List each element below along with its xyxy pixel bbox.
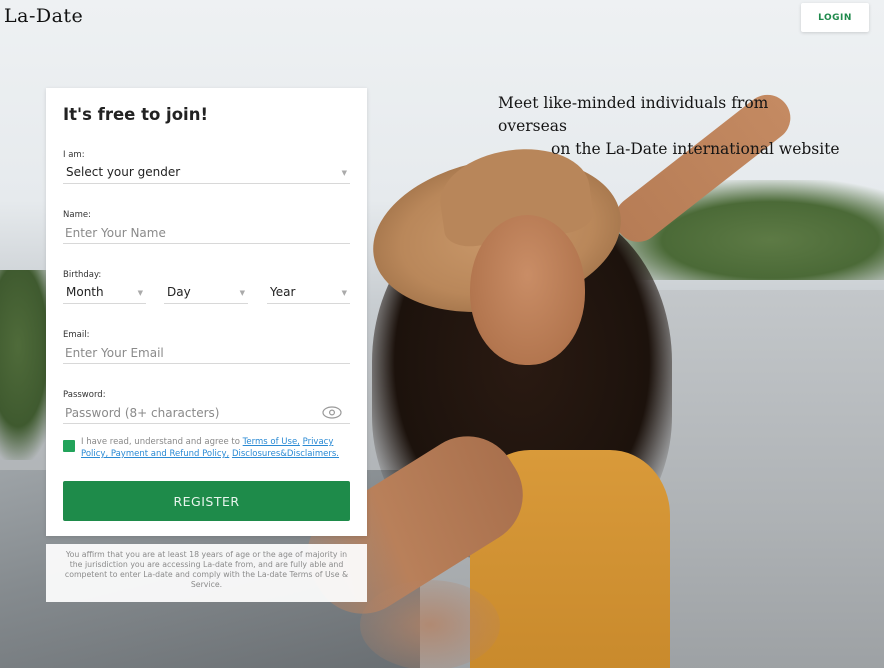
site-logo[interactable]: La-Date	[4, 5, 83, 27]
month-select-value: Month	[66, 285, 104, 299]
birthday-day-select[interactable]: Day ▼	[164, 282, 248, 304]
name-label: Name:	[63, 210, 91, 220]
agree-checkbox[interactable]	[63, 440, 75, 452]
birthday-label: Birthday:	[63, 270, 102, 280]
register-button[interactable]: REGISTER	[63, 481, 350, 521]
day-select-value: Day	[167, 285, 191, 299]
gender-select[interactable]: Select your gender ▼	[63, 162, 350, 184]
chevron-down-icon: ▼	[341, 169, 347, 177]
password-label: Password:	[63, 390, 106, 400]
eye-icon[interactable]	[322, 406, 342, 419]
terms-text: I have read, understand and agree to Ter…	[81, 436, 351, 460]
registration-form: It's free to join! I am: Select your gen…	[46, 88, 367, 536]
login-button[interactable]: LOGIN	[801, 3, 869, 32]
terms-of-use-link[interactable]: Terms of Use,	[243, 437, 300, 447]
password-input[interactable]	[63, 402, 350, 424]
birthday-year-select[interactable]: Year ▼	[267, 282, 350, 304]
tagline-line-2: overseas	[498, 117, 567, 135]
email-label: Email:	[63, 330, 90, 340]
gender-select-value: Select your gender	[66, 165, 181, 179]
form-title: It's free to join!	[63, 105, 208, 124]
email-input[interactable]	[63, 342, 350, 364]
blurred-hand	[360, 580, 500, 668]
woman-face	[470, 215, 585, 365]
tagline-line-1: Meet like-minded individuals from	[498, 94, 769, 112]
road	[640, 290, 884, 668]
name-input[interactable]	[63, 222, 350, 244]
year-select-value: Year	[270, 285, 296, 299]
gender-label: I am:	[63, 150, 85, 160]
chevron-down-icon: ▼	[137, 289, 143, 297]
chevron-down-icon: ▼	[239, 289, 245, 297]
disclosures-link[interactable]: Disclosures&Disclaimers.	[232, 449, 339, 459]
chevron-down-icon: ▼	[341, 289, 347, 297]
terms-intro: I have read, understand and agree to	[81, 437, 240, 447]
age-disclaimer: You affirm that you are at least 18 year…	[46, 544, 367, 602]
tagline-line-3: on the La-Date international website	[551, 140, 840, 158]
birthday-month-select[interactable]: Month ▼	[63, 282, 146, 304]
hero-tagline: Meet like-minded individuals from overse…	[498, 92, 878, 161]
